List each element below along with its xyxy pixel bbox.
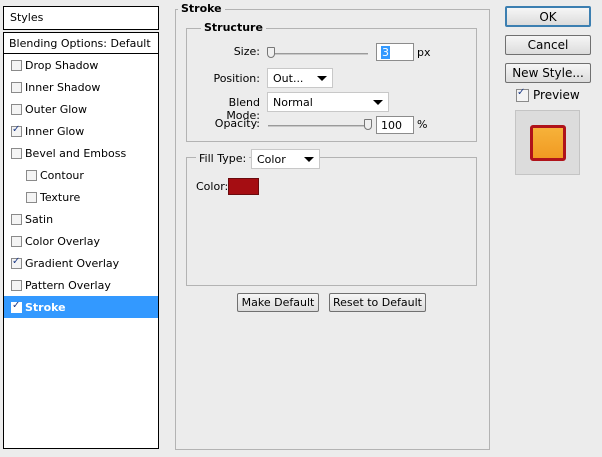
style-checkbox-color-overlay[interactable] [11,235,22,247]
fill-type-label: Fill Type: [196,152,250,165]
fill-type-group [186,157,477,286]
style-item-label: Gradient Overlay [25,256,120,270]
chevron-down-icon [317,75,327,81]
style-checkbox-bevel-and-emboss[interactable] [11,147,22,159]
opacity-value: 100 [381,119,402,132]
position-label: Position: [213,72,260,85]
blending-options-label: Blending Options: Default [9,37,151,50]
cancel-label: Cancel [527,38,569,52]
size-slider-track[interactable] [268,53,368,55]
style-item-label: Pattern Overlay [25,278,111,292]
ok-button[interactable]: OK [505,6,591,27]
style-item-label: Texture [40,190,81,204]
style-item-stroke[interactable]: Stroke [4,296,158,318]
stroke-color-swatch[interactable] [228,178,259,195]
blend-mode-select[interactable]: Normal [267,92,389,112]
style-checkbox-gradient-overlay[interactable] [11,256,22,269]
style-item-label: Bevel and Emboss [25,146,127,160]
stroke-title: Stroke [178,2,225,15]
style-checkbox-inner-shadow[interactable] [11,81,22,93]
style-item-outer-glow[interactable]: Outer Glow [4,98,158,120]
new-style-label: New Style... [512,66,584,80]
reset-to-default-label: Reset to Default [333,296,422,309]
chevron-down-icon [373,99,383,105]
style-item-contour[interactable]: Contour [4,164,158,186]
style-preview [515,110,580,175]
style-item-color-overlay[interactable]: Color Overlay [4,230,158,252]
size-label: Size: [233,45,260,58]
color-label: Color: [196,180,229,193]
blending-options-item[interactable]: Blending Options: Default [3,32,159,54]
style-checkbox-outer-glow[interactable] [11,103,22,115]
preview-label: Preview [533,88,580,102]
fill-type-select[interactable]: Color [251,149,320,169]
style-item-label: Inner Glow [25,124,85,138]
size-unit: px [417,46,431,59]
style-item-drop-shadow[interactable]: Drop Shadow [4,54,158,76]
blend-mode-value: Normal [273,95,313,109]
style-item-label: Stroke [25,300,66,314]
style-item-label: Satin [25,212,54,226]
preview-swatch [530,125,566,161]
style-item-label: Contour [40,168,84,182]
size-slider-thumb[interactable] [267,47,275,58]
style-checkbox-drop-shadow[interactable] [11,59,22,71]
style-checkbox-stroke[interactable] [11,300,22,313]
style-checkbox-texture[interactable] [26,191,37,203]
styles-list: Drop Shadow Inner Shadow Outer Glow Inner G… [3,53,159,449]
style-item-inner-shadow[interactable]: Inner Shadow [4,76,158,98]
style-item-label: Drop Shadow [25,58,99,72]
preview-checkbox[interactable] [516,87,529,102]
opacity-unit: % [417,118,428,131]
opacity-input[interactable]: 100 [376,116,414,134]
cancel-button[interactable]: Cancel [505,35,591,55]
opacity-label: Opacity: [214,117,260,130]
style-item-label: Color Overlay [25,234,100,248]
fill-type-value: Color [257,152,286,166]
style-item-label: Inner Shadow [25,80,101,94]
size-value: 3 [381,46,390,59]
style-item-bevel-and-emboss[interactable]: Bevel and Emboss [4,142,158,164]
new-style-button[interactable]: New Style... [505,63,591,83]
style-item-label: Outer Glow [25,102,88,116]
styles-header[interactable]: Styles [3,6,159,30]
chevron-down-icon [304,156,314,162]
style-item-satin[interactable]: Satin [4,208,158,230]
structure-title: Structure [201,21,266,34]
position-select[interactable]: Out... [267,68,333,88]
style-checkbox-pattern-overlay[interactable] [11,279,22,291]
make-default-label: Make Default [241,296,315,309]
style-checkbox-contour[interactable] [26,169,37,181]
ok-label: OK [539,9,557,24]
style-item-gradient-overlay[interactable]: Gradient Overlay [4,252,158,274]
style-item-inner-glow[interactable]: Inner Glow [4,120,158,142]
reset-to-default-button[interactable]: Reset to Default [329,293,426,312]
style-item-texture[interactable]: Texture [4,186,158,208]
opacity-slider-track[interactable] [268,125,368,127]
size-input[interactable]: 3 [376,43,414,61]
style-item-pattern-overlay[interactable]: Pattern Overlay [4,274,158,296]
styles-header-label: Styles [10,11,44,24]
opacity-slider-thumb[interactable] [364,119,372,130]
position-value: Out... [273,71,304,85]
preview-toggle[interactable]: Preview [516,87,580,102]
style-checkbox-inner-glow[interactable] [11,124,22,137]
make-default-button[interactable]: Make Default [237,293,319,312]
style-checkbox-satin[interactable] [11,213,22,225]
